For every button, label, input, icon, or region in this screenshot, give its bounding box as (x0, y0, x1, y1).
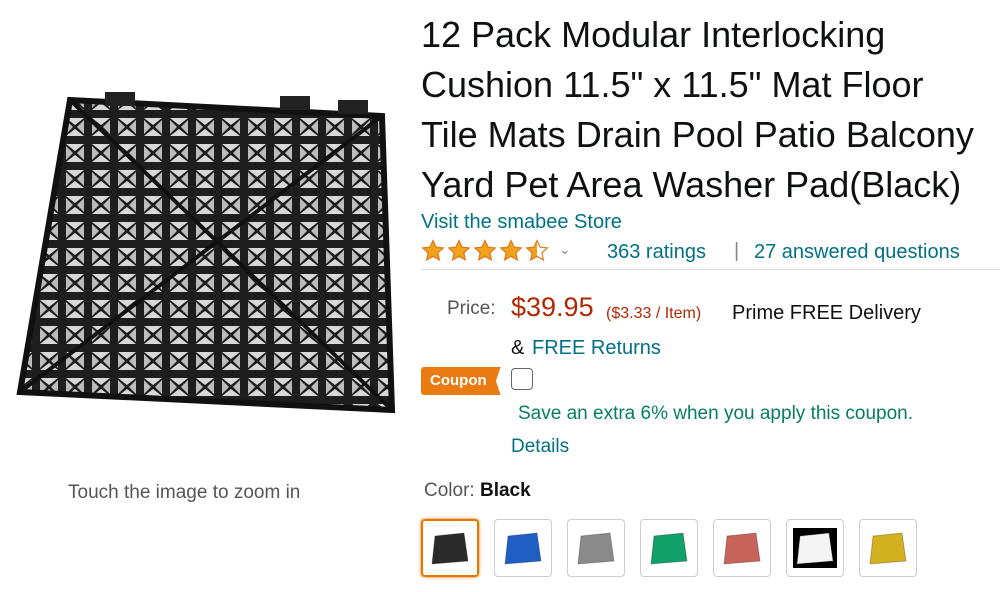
product-title-line: Yard Pet Area Washer Pad(Black) (421, 164, 962, 205)
star-full-icon (447, 239, 471, 262)
ratings-count-link[interactable]: 363 ratings (607, 241, 706, 264)
color-swatch-green[interactable] (640, 519, 698, 577)
color-swatch-red[interactable] (713, 519, 771, 577)
color-swatch-blue[interactable] (494, 519, 552, 577)
swatch-thumbnail (428, 528, 472, 568)
swatch-thumbnail (866, 528, 910, 568)
prime-delivery: Prime FREE Delivery (732, 302, 921, 324)
separator: | (734, 240, 740, 262)
answered-questions-link[interactable]: 27 answered questions (754, 241, 960, 264)
coupon-badge: Coupon (421, 367, 501, 395)
color-label: Color: (424, 480, 475, 501)
swatch-thumbnail (720, 528, 764, 568)
coupon-checkbox[interactable] (511, 368, 533, 390)
color-swatch-gray[interactable] (567, 519, 625, 577)
swatch-thumbnail (501, 528, 545, 568)
star-full-icon (473, 239, 497, 262)
price-label: Price: (447, 298, 496, 319)
free-returns-link[interactable]: FREE Returns (532, 337, 661, 360)
product-title-line: Tile Mats Drain Pool Patio Balcony (421, 114, 974, 155)
swatch-thumbnail (647, 528, 691, 568)
price-value: $39.95 (511, 292, 594, 322)
unit-price: ($3.33 / Item) (606, 305, 702, 322)
chevron-down-icon[interactable]: ⌄ (559, 241, 571, 258)
color-row: Color: Black (424, 480, 531, 502)
store-link[interactable]: Visit the smabee Store (421, 211, 622, 234)
zoom-hint: Touch the image to zoom in (68, 482, 301, 503)
star-full-icon (421, 239, 445, 262)
product-title: 12 Pack Modular Interlocking Cushion 11.… (421, 10, 1000, 210)
color-swatch-white[interactable] (786, 519, 844, 577)
star-rating[interactable] (421, 239, 549, 263)
coupon-details-link[interactable]: Details (511, 436, 569, 458)
product-title-line: 12 Pack Modular Interlocking (421, 14, 886, 55)
returns-prefix: & (511, 337, 525, 359)
color-selected: Black (479, 480, 531, 501)
color-swatch-black[interactable] (421, 519, 479, 577)
color-swatches (421, 519, 917, 577)
product-image[interactable] (10, 88, 405, 423)
swatch-thumbnail (793, 528, 837, 568)
star-half-icon (525, 239, 549, 262)
product-title-line: Cushion 11.5" x 11.5" Mat Floor (421, 64, 924, 105)
swatch-thumbnail (574, 528, 618, 568)
coupon-text: Save an extra 6% when you apply this cou… (518, 403, 914, 424)
star-full-icon (499, 239, 523, 262)
divider (421, 269, 1000, 270)
rating-row: ⌄ 363 ratings | 27 answered questions (421, 239, 1000, 269)
color-swatch-yellow[interactable] (859, 519, 917, 577)
